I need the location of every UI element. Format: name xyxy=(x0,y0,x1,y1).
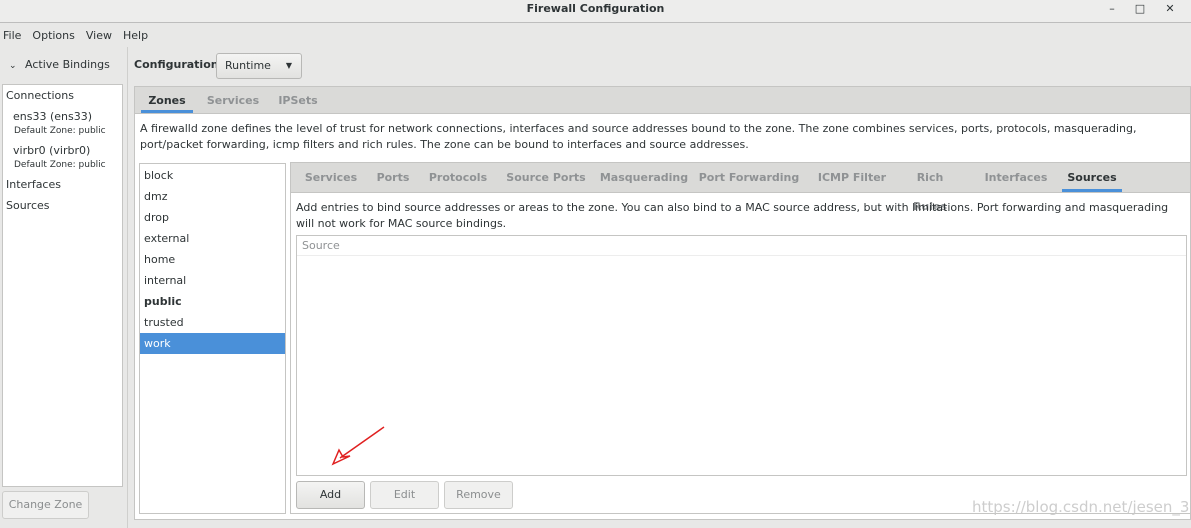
zone-tab-icmp-filter[interactable]: ICMP Filter xyxy=(813,163,891,192)
zone-item-block[interactable]: block xyxy=(140,165,285,186)
menu-help[interactable]: Help xyxy=(123,29,148,42)
menu-options[interactable]: Options xyxy=(32,29,74,42)
menu-bar: File Options View Help xyxy=(0,23,1191,47)
active-bindings-label: Active Bindings xyxy=(25,58,110,71)
zone-list: block dmz drop external home internal public tr… xyxy=(139,163,286,514)
connection-zone: Default Zone: public xyxy=(14,126,106,136)
remove-button[interactable]: Remove xyxy=(444,481,513,509)
interfaces-header[interactable]: Interfaces xyxy=(6,178,61,191)
menu-file[interactable]: File xyxy=(3,29,21,42)
zone-item-external[interactable]: external xyxy=(140,228,285,249)
sources-description: Add entries to bind source addresses or … xyxy=(296,201,1169,230)
change-zone-button[interactable]: Change Zone xyxy=(2,491,89,519)
zone-tab-source-ports[interactable]: Source Ports xyxy=(503,163,589,192)
tab-services[interactable]: Services xyxy=(201,87,265,113)
add-button[interactable]: Add xyxy=(296,481,365,509)
zone-description: A firewalld zone defines the level of tr… xyxy=(140,122,1137,151)
zone-tab-services[interactable]: Services xyxy=(299,163,363,192)
active-bindings-expander[interactable]: ⌄ Active Bindings xyxy=(9,58,110,71)
zone-tab-sources[interactable]: Sources xyxy=(1062,163,1122,192)
zone-item-trusted[interactable]: trusted xyxy=(140,312,285,333)
zone-item-dmz[interactable]: dmz xyxy=(140,186,285,207)
connections-header: Connections xyxy=(6,89,74,102)
connection-ens33[interactable]: ens33 (ens33) xyxy=(13,110,92,123)
zone-item-drop[interactable]: drop xyxy=(140,207,285,228)
tab-zones[interactable]: Zones xyxy=(141,87,193,113)
zone-item-public[interactable]: public xyxy=(140,291,285,312)
zone-item-internal[interactable]: internal xyxy=(140,270,285,291)
zone-tab-ports[interactable]: Ports xyxy=(371,163,415,192)
zone-item-work[interactable]: work xyxy=(140,333,285,354)
chevron-down-icon: ⌄ xyxy=(9,61,17,71)
zone-tab-port-forwarding[interactable]: Port Forwarding xyxy=(698,163,800,192)
menu-view[interactable]: View xyxy=(86,29,112,42)
annotation-arrow-icon xyxy=(331,426,385,466)
sources-header[interactable]: Sources xyxy=(6,199,50,212)
minimize-button[interactable]: – xyxy=(1104,2,1120,18)
connection-zone: Default Zone: public xyxy=(14,160,106,170)
zone-tab-interfaces[interactable]: Interfaces xyxy=(981,163,1051,192)
close-button[interactable]: ✕ xyxy=(1162,2,1178,18)
title-bar: Firewall Configuration xyxy=(0,0,1191,23)
connection-virbr0[interactable]: virbr0 (virbr0) xyxy=(13,144,90,157)
source-column-header[interactable]: Source xyxy=(297,236,1186,256)
zone-item-home[interactable]: home xyxy=(140,249,285,270)
bindings-list: Connections ens33 (ens33) Default Zone: … xyxy=(2,84,123,487)
zone-tab-masquerading[interactable]: Masquerading xyxy=(598,163,690,192)
watermark: https://blog.csdn.net/jesen_32 xyxy=(972,498,1191,516)
edit-button[interactable]: Edit xyxy=(370,481,439,509)
configuration-label: Configuration: xyxy=(134,58,223,71)
main-tab-bar: Zones Services IPSets xyxy=(135,87,1190,114)
zone-tab-rich-rules[interactable]: Rich Rules xyxy=(900,163,960,213)
tab-ipsets[interactable]: IPSets xyxy=(273,87,323,113)
configuration-value: Runtime xyxy=(225,59,271,72)
zone-tab-bar: Services Ports Protocols Source Ports Masque… xyxy=(291,163,1190,213)
sources-table[interactable]: Source xyxy=(296,235,1187,476)
dropdown-arrow-icon: ▼ xyxy=(285,61,292,70)
configuration-select[interactable]: Runtime ▼ xyxy=(216,53,302,79)
window-title: Firewall Configuration xyxy=(526,2,665,15)
maximize-button[interactable]: □ xyxy=(1132,2,1148,18)
zone-tab-protocols[interactable]: Protocols xyxy=(424,163,492,192)
